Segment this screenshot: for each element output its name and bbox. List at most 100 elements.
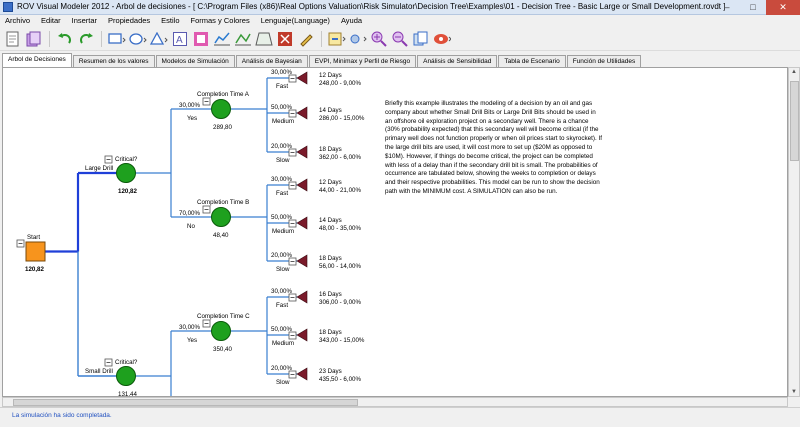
title-bar: ROV Visual Modeler 2012 - Arbol de decis… bbox=[0, 0, 800, 15]
outcome-branch-label-0: Fast bbox=[276, 83, 288, 90]
horizontal-scroll-thumb[interactable] bbox=[13, 399, 358, 406]
inspect-icon[interactable] bbox=[234, 30, 252, 48]
maximize-button[interactable]: □ bbox=[740, 0, 766, 15]
zoom-out-icon[interactable] bbox=[391, 30, 409, 48]
chance-label-0: Completion Time A bbox=[197, 91, 250, 98]
chance-prob-1: 70,00% bbox=[179, 210, 200, 217]
pencil-icon[interactable] bbox=[297, 30, 315, 48]
terminal-node-0 bbox=[296, 71, 308, 85]
tab-analisis-bayesian[interactable]: Análisis de Bayesian bbox=[235, 55, 308, 67]
outcome-prob-3: 30,00% bbox=[271, 176, 292, 183]
status-message: La simulación ha sido completada. bbox=[12, 412, 112, 419]
outcome-prob-6: 30,00% bbox=[271, 288, 292, 295]
outcome-value-0: 248,00 - 9,00% bbox=[319, 80, 361, 87]
tab-evpi[interactable]: EVPI, Minimax y Perfil de Riesgo bbox=[308, 55, 417, 67]
start-label: Start bbox=[27, 234, 40, 241]
terminal-node-2 bbox=[296, 145, 308, 159]
menu-insertar[interactable]: Insertar bbox=[67, 15, 103, 27]
terminal-node-1 bbox=[296, 106, 308, 120]
text-icon[interactable]: A bbox=[171, 30, 189, 48]
status-bar: La simulación ha sido completada. bbox=[0, 407, 800, 427]
tab-strip: Arbol de Decisiones Resumen de los valor… bbox=[2, 53, 642, 67]
zoom-in-icon[interactable] bbox=[370, 30, 388, 48]
decision-tree-canvas[interactable]: Start 120,82 Critical? 120,82 Large Drill Cri… bbox=[2, 67, 788, 397]
menu-propiedades[interactable]: Propiedades bbox=[103, 15, 156, 27]
chance-node-0 bbox=[211, 99, 231, 119]
outcome-prob-2: 20,00% bbox=[271, 143, 292, 150]
menu-editar[interactable]: Editar bbox=[36, 15, 67, 27]
terminal-node-5 bbox=[296, 254, 308, 268]
menu-lenguaje[interactable]: Lenguaje(Language) bbox=[256, 15, 336, 27]
outcome-branch-label-6: Fast bbox=[276, 302, 288, 309]
redo-icon[interactable] bbox=[77, 30, 95, 48]
outcome-branch-label-1: Medium bbox=[272, 118, 294, 125]
tab-analisis-sensibilidad[interactable]: Análisis de Sensibilidad bbox=[417, 55, 498, 67]
outcome-days-0: 12 Days bbox=[319, 72, 342, 79]
terminal-node-7 bbox=[296, 328, 308, 342]
outcome-branch-label-4: Medium bbox=[272, 228, 294, 235]
decision-branch-1: Small Drill bbox=[85, 368, 113, 375]
run-icon[interactable] bbox=[328, 30, 346, 48]
square-node-icon[interactable] bbox=[192, 30, 210, 48]
undo-icon[interactable] bbox=[56, 30, 74, 48]
chance-label-1: Completion Time B bbox=[197, 199, 249, 206]
settings-icon[interactable] bbox=[433, 30, 451, 48]
ellipse-icon[interactable] bbox=[129, 30, 147, 48]
outcome-prob-7: 50,00% bbox=[271, 326, 292, 333]
start-value: 120,82 bbox=[25, 266, 44, 273]
outcome-days-1: 14 Days bbox=[319, 107, 342, 114]
decision-node-0 bbox=[116, 163, 136, 183]
triangle-icon[interactable] bbox=[150, 30, 168, 48]
chance-branch-1: No bbox=[187, 223, 195, 230]
rectangle-icon[interactable] bbox=[108, 30, 126, 48]
menu-archivo[interactable]: Archivo bbox=[0, 15, 36, 27]
outcome-prob-5: 20,00% bbox=[271, 252, 292, 259]
chance-branch-2: Yes bbox=[187, 337, 197, 344]
link-icon[interactable] bbox=[349, 30, 367, 48]
start-node bbox=[25, 241, 46, 262]
vertical-scrollbar[interactable]: ▲ ▼ bbox=[788, 67, 800, 397]
scroll-down-icon[interactable]: ▼ bbox=[791, 389, 797, 395]
toolbar: A bbox=[0, 27, 800, 51]
decision-node-1 bbox=[116, 366, 136, 386]
outcome-days-5: 18 Days bbox=[319, 255, 342, 262]
outcome-prob-4: 50,00% bbox=[271, 214, 292, 221]
outcome-value-3: 44,00 - 21,00% bbox=[319, 187, 361, 194]
terminal-node-3 bbox=[296, 178, 308, 192]
decision-label-0: Critical? bbox=[115, 156, 138, 163]
decision-value-0: 120,82 bbox=[118, 188, 137, 195]
menu-ayuda[interactable]: Ayuda bbox=[336, 15, 368, 27]
chance-prob-0: 30,00% bbox=[179, 102, 200, 109]
tab-funcion-utilidades[interactable]: Función de Utilidades bbox=[566, 55, 642, 67]
chance-node-1 bbox=[211, 207, 231, 227]
copy-icon[interactable] bbox=[412, 30, 430, 48]
outcome-days-8: 23 Days bbox=[319, 368, 342, 375]
outcome-days-7: 18 Days bbox=[319, 329, 342, 336]
tab-modelos-simulacion[interactable]: Modelos de Simulación bbox=[155, 55, 235, 67]
chart-icon[interactable] bbox=[213, 30, 231, 48]
outcome-branch-label-2: Slow bbox=[276, 157, 290, 164]
chance-node-2 bbox=[211, 321, 231, 341]
scroll-up-icon[interactable]: ▲ bbox=[791, 69, 797, 75]
tab-arbol-decisiones[interactable]: Arbol de Decisiones bbox=[2, 53, 72, 67]
chance-branch-0: Yes bbox=[187, 115, 197, 122]
menu-bar: Archivo Editar Insertar Propiedades Esti… bbox=[0, 15, 800, 27]
terminal-node-4 bbox=[296, 216, 308, 230]
new-icon[interactable] bbox=[4, 30, 22, 48]
minimize-button[interactable]: – bbox=[714, 0, 740, 15]
menu-estilo[interactable]: Estilo bbox=[156, 15, 185, 27]
delete-icon[interactable] bbox=[276, 30, 294, 48]
tab-tabla-escenario[interactable]: Tabla de Escenario bbox=[498, 55, 566, 67]
terminal-node-6 bbox=[296, 290, 308, 304]
close-button[interactable]: ✕ bbox=[766, 0, 800, 15]
menu-formas[interactable]: Formas y Colores bbox=[186, 15, 256, 27]
triangle-node-icon[interactable] bbox=[255, 30, 273, 48]
vertical-scroll-thumb[interactable] bbox=[790, 81, 799, 161]
outcome-days-6: 16 Days bbox=[319, 291, 342, 298]
open-icon[interactable] bbox=[25, 30, 43, 48]
tab-resumen-valores[interactable]: Resumen de los valores bbox=[72, 55, 155, 67]
horizontal-scrollbar[interactable] bbox=[2, 397, 788, 407]
decision-label-1: Critical? bbox=[115, 359, 138, 366]
outcome-value-8: 435,50 - 6,00% bbox=[319, 376, 361, 383]
window-title: ROV Visual Modeler 2012 - Arbol de decis… bbox=[17, 2, 726, 11]
